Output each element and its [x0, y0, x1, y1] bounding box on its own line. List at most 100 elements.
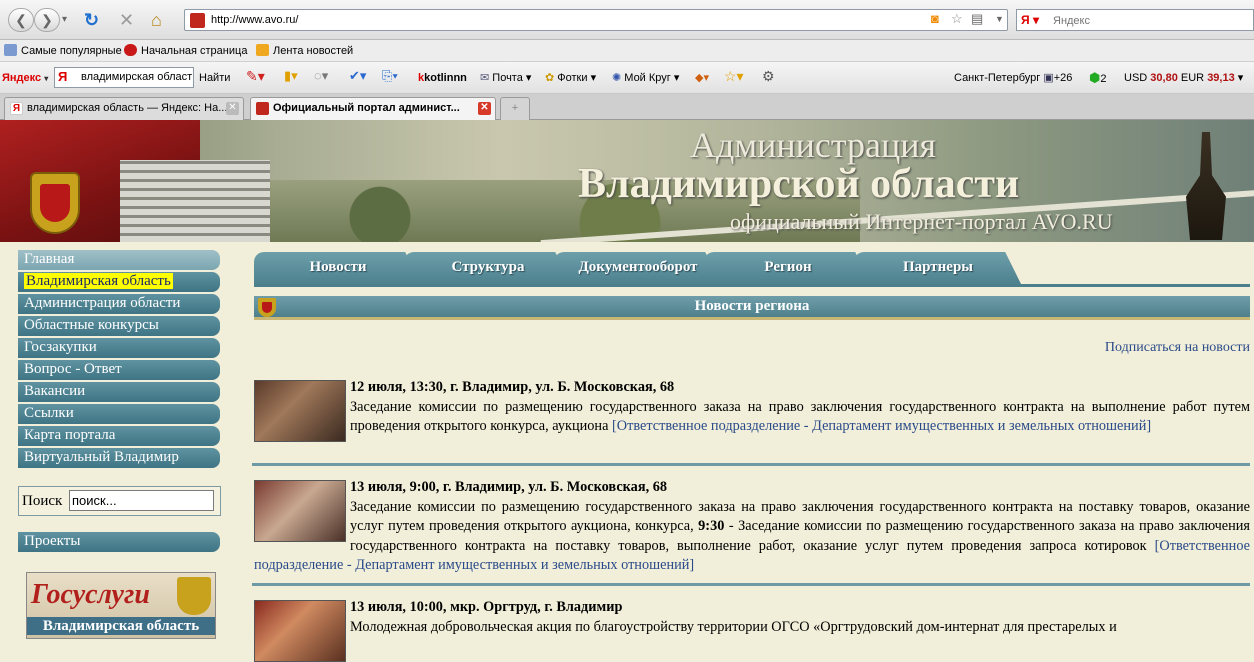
mail-icon: ✉ [480, 72, 490, 84]
news-text: Молодежная добровольческая акция по благ… [350, 618, 1117, 635]
site-favicon-icon [256, 102, 269, 115]
menu-region[interactable]: Регион [704, 252, 872, 286]
menu-partners[interactable]: Партнеры [854, 252, 1022, 286]
url-input[interactable] [211, 12, 911, 28]
projects-block: Проекты [18, 532, 220, 554]
chat-icon[interactable]: ◌▾ [314, 68, 328, 84]
close-tab-icon[interactable]: ✕ [478, 102, 491, 115]
history-dropdown-icon[interactable]: ▾ [62, 9, 67, 31]
nav-item-sitemap[interactable]: Карта портала [18, 426, 220, 446]
tab-yandex[interactable]: Я владимирская область — Яндекс: На... ✕ [4, 97, 244, 120]
news-item: 12 июля, 13:30, г. Владимир, ул. Б. Моск… [254, 378, 1250, 442]
user-kotlinnn[interactable]: kkotlinnn [418, 70, 467, 86]
nav-item-procurement[interactable]: Госзакупки [18, 338, 220, 358]
mail-label: Почта [492, 72, 523, 84]
translate-icon[interactable]: ⎘▾ [382, 68, 398, 84]
eur-label: EUR [1180, 72, 1205, 84]
nav-item-links[interactable]: Ссылки [18, 404, 220, 424]
yandex-logo[interactable]: Яндекс ▾ [2, 70, 48, 87]
nav-item-home[interactable]: Главная [18, 250, 220, 270]
find-button[interactable]: Найти [199, 70, 230, 86]
url-dropdown-icon[interactable]: ▼ [995, 14, 1004, 24]
traffic-widget[interactable]: ⬢2 [1089, 70, 1106, 87]
tab-avo-portal[interactable]: Официальный портал админист... ✕ [250, 97, 496, 120]
bookmark-news-feed[interactable]: Лента новостей [256, 43, 353, 59]
news-headline[interactable]: 13 июля, 10:00, мкр. Оргтруд, г. Владими… [254, 598, 1250, 618]
monument-icon [1186, 132, 1226, 240]
settings-gear-icon[interactable]: ⚙ [762, 68, 775, 84]
menu-documents[interactable]: Документооборот [554, 252, 722, 286]
bookmark-star-icon[interactable]: ☆ [951, 11, 963, 27]
mail-button[interactable]: ✉ Почта ▾ [480, 70, 531, 86]
news-photo[interactable] [254, 380, 346, 442]
home-icon[interactable]: ⌂ [151, 9, 162, 31]
news-dept-link[interactable]: [Ответственное подразделение - Департаме… [612, 418, 1151, 434]
yandex-favicon-icon: Я [10, 102, 23, 115]
reload-icon[interactable]: ↻ [84, 9, 99, 31]
user-name: kotlinnn [424, 72, 467, 84]
news-headline[interactable]: 13 июля, 9:00, г. Владимир, ул. Б. Моско… [254, 478, 1250, 498]
bookmark-label: Самые популярные [21, 45, 122, 57]
city-weather[interactable]: Санкт-Петербург ▣+26 [954, 70, 1072, 86]
bookmark-feed-icon [256, 44, 269, 56]
news-item: 13 июля, 10:00, мкр. Оргтруд, г. Владими… [254, 598, 1250, 662]
news-separator [252, 583, 1250, 586]
bookmark-popular[interactable]: Самые популярные [4, 43, 122, 59]
back-button[interactable]: ❮ [8, 8, 34, 32]
news-photo[interactable] [254, 480, 346, 542]
bookmark-start-page[interactable]: Начальная страница [124, 43, 247, 59]
yandex-search-logo-icon: Я ▾ [1021, 13, 1039, 27]
coat-of-arms-icon [30, 172, 80, 234]
spellcheck-icon[interactable]: ✔▾ [349, 68, 366, 84]
bookmark-label: Лента новостей [273, 45, 354, 57]
banner-title-line2: Владимирской области [578, 161, 1020, 207]
bookmark-folder-icon [4, 44, 17, 56]
usd-rate: 30,80 [1150, 72, 1178, 84]
news-time: 9:30 [698, 518, 725, 534]
search-box[interactable]: Я ▾ [1016, 9, 1254, 31]
traffic-icon: ⬢ [1089, 70, 1101, 85]
menu-structure[interactable]: Структура [404, 252, 572, 286]
news-photo[interactable] [254, 600, 346, 662]
pencil-icon[interactable]: ✎▾ [246, 68, 265, 84]
gosuslugi-title: Госуслуги [31, 579, 150, 610]
yandex-query-box[interactable]: Я [54, 67, 194, 88]
forward-button[interactable]: ❯ [34, 8, 60, 32]
top-menu: Новости Структура Документооборот Регион… [254, 252, 1250, 287]
news-headline[interactable]: 12 июля, 13:30, г. Владимир, ул. Б. Моск… [254, 378, 1250, 398]
nav-item-contests[interactable]: Областные конкурсы [18, 316, 220, 336]
close-tab-icon[interactable]: ✕ [226, 102, 239, 115]
rss-icon[interactable]: ◙ [931, 11, 939, 26]
mykrug-label: Мой Круг [624, 72, 671, 84]
search-label: Поиск [22, 493, 63, 509]
mykrug-button[interactable]: ✺ Мой Круг ▾ [612, 70, 679, 86]
currency-rates[interactable]: USD 30,80 EUR 39,13 ▾ [1124, 70, 1243, 86]
page-menu-icon[interactable]: ▤ [971, 11, 983, 27]
subscribe-link[interactable]: Подписаться на новости [1060, 340, 1250, 356]
stop-icon[interactable]: ✕ [119, 9, 134, 31]
favorites-star-icon[interactable]: ☆▾ [724, 68, 744, 84]
address-bar[interactable]: ◙ ☆ ▤ ▼ [184, 9, 1008, 31]
nav-item-qa[interactable]: Вопрос - Ответ [18, 360, 220, 380]
gosuslugi-banner[interactable]: Госуслуги Владимирская область [26, 572, 216, 639]
nav-item-virtual-vladimir[interactable]: Виртуальный Владимир [18, 448, 220, 468]
banner-building [120, 160, 270, 242]
signal-icon[interactable]: ▮▾ [284, 68, 298, 84]
nav-item-region[interactable]: Владимирская область [18, 272, 220, 292]
menu-news[interactable]: Новости [254, 252, 422, 286]
gift-icon[interactable]: ◆▾ [695, 70, 709, 86]
nav-item-projects[interactable]: Проекты [18, 532, 220, 552]
photos-button[interactable]: ✿ Фотки ▾ [545, 70, 596, 86]
new-tab-button[interactable]: + [500, 97, 530, 120]
site-search-input[interactable] [69, 490, 214, 511]
bookmarks-bar: Самые популярные Начальная страница Лент… [0, 40, 1254, 62]
gosuslugi-subtitle: Владимирская область [27, 617, 215, 635]
nav-item-vacancies[interactable]: Вакансии [18, 382, 220, 402]
photos-label: Фотки [557, 72, 588, 84]
tab-label: Официальный портал админист... [273, 102, 460, 114]
search-input[interactable] [1053, 13, 1243, 28]
section-header: Новости региона [254, 296, 1250, 320]
yandex-query-input[interactable] [81, 71, 193, 83]
nav-item-administration[interactable]: Администрация области [18, 294, 220, 314]
yandex-logo-text: Яндекс [2, 72, 42, 84]
